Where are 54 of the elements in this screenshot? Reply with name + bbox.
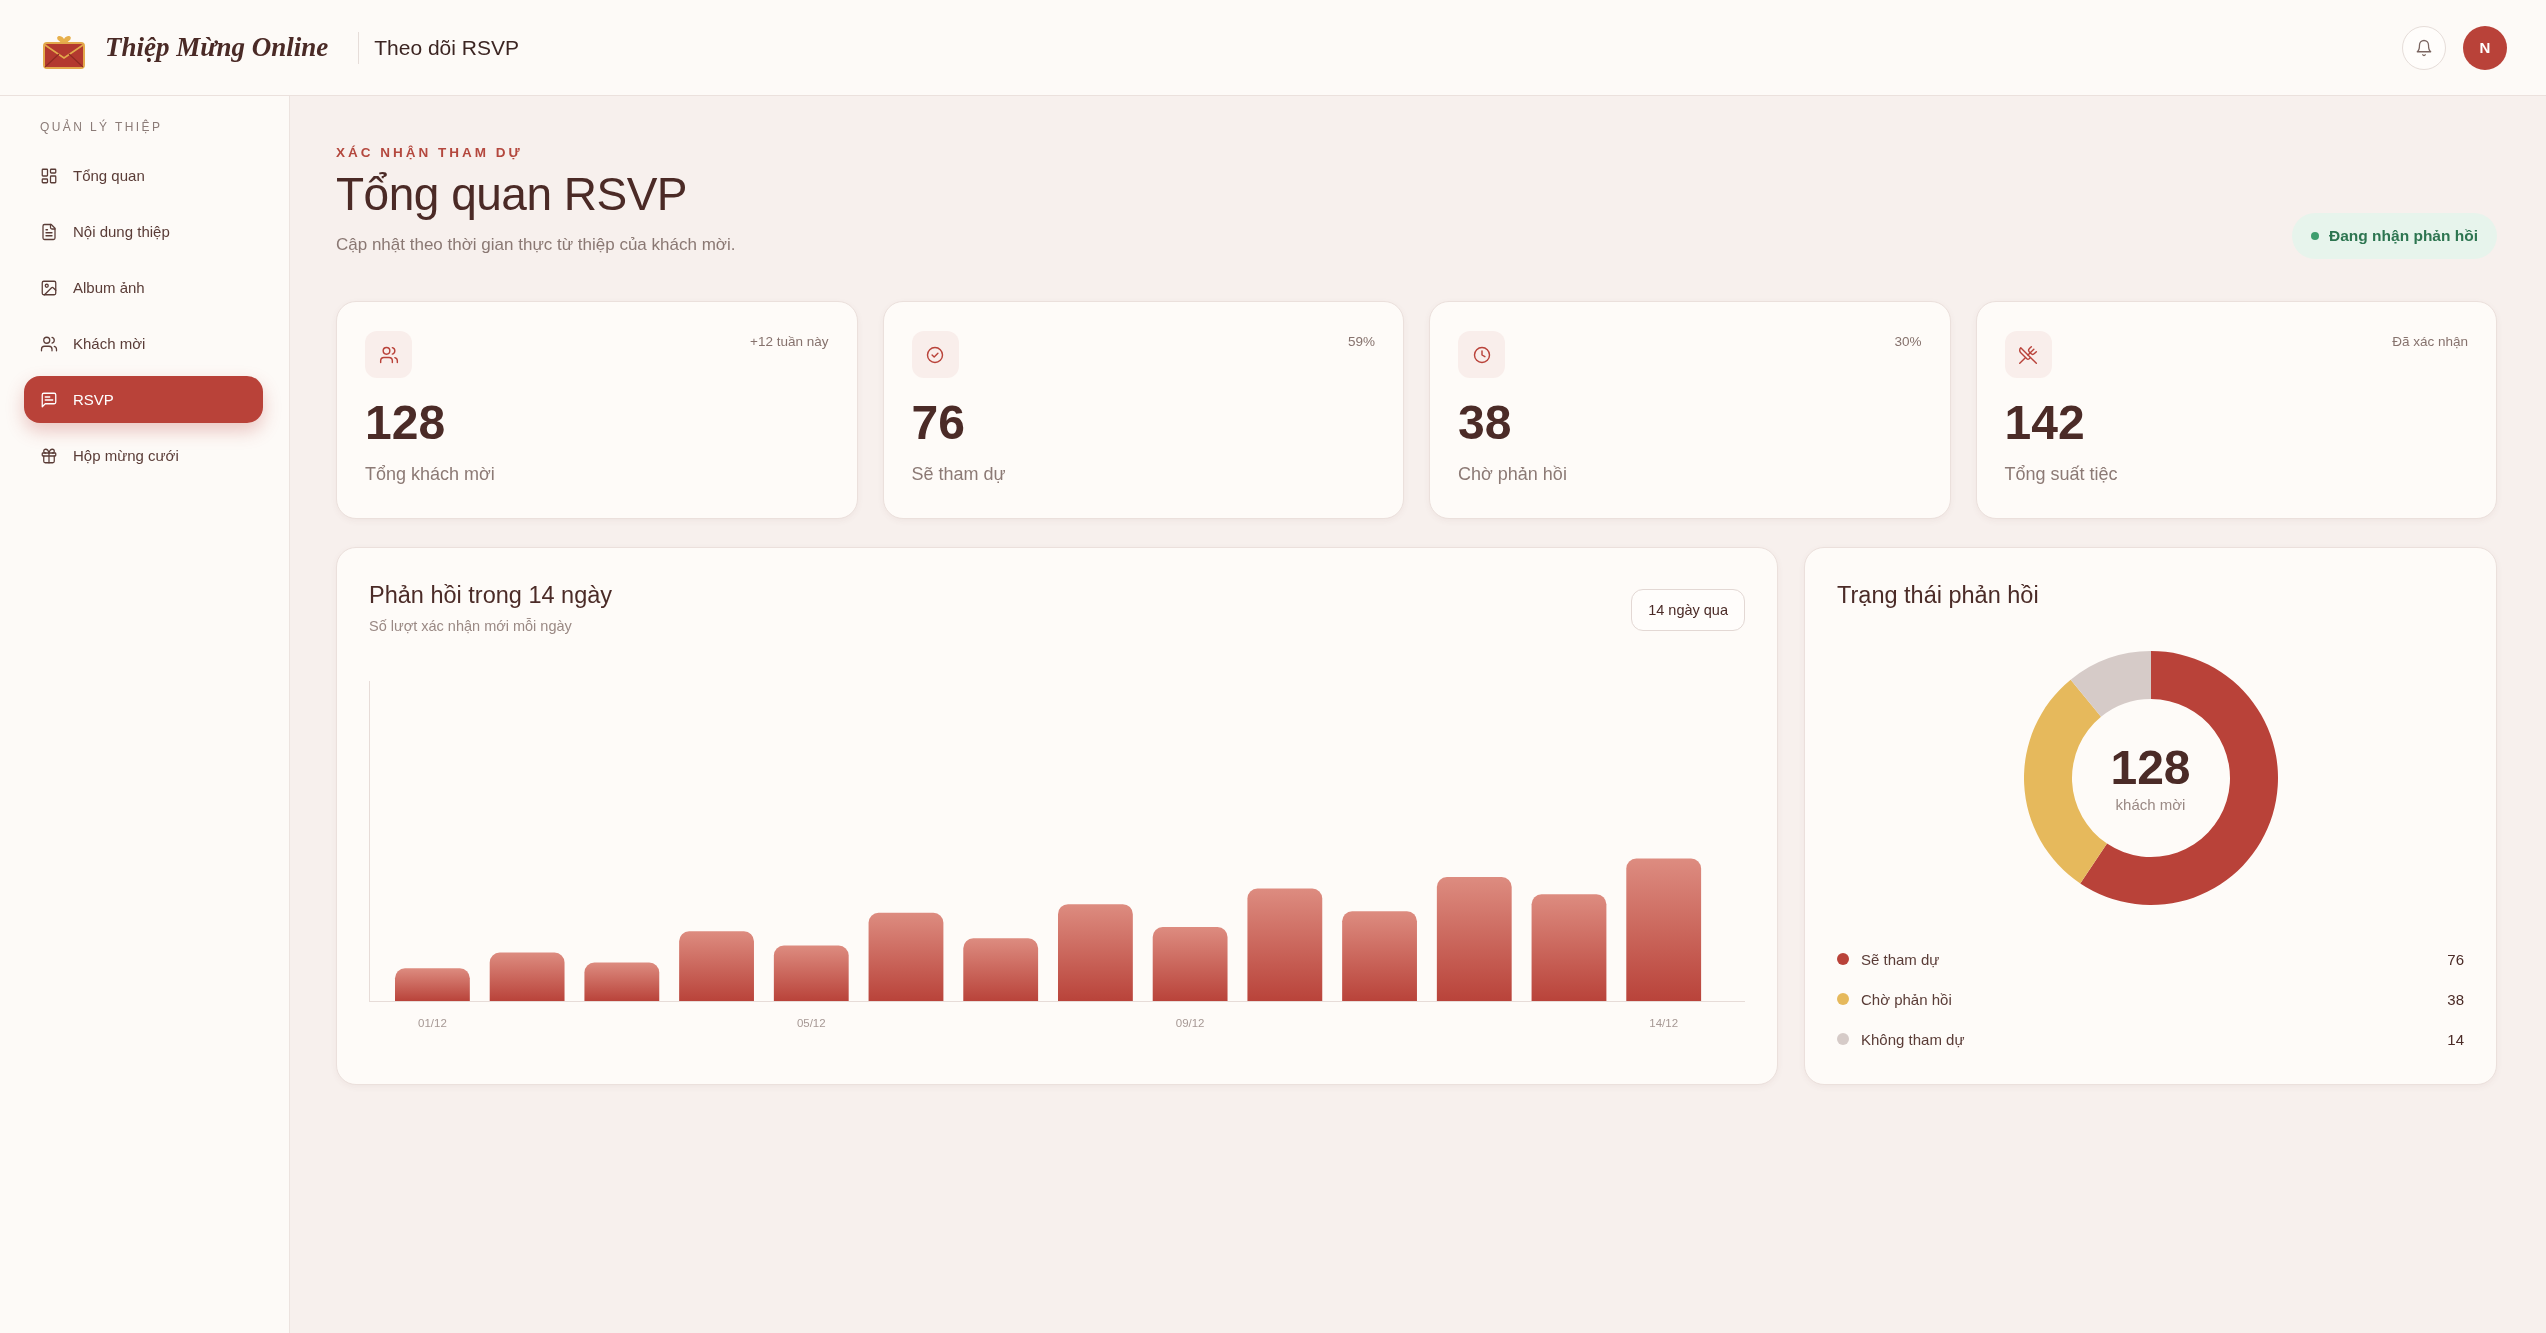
users-icon [365, 331, 412, 378]
status-label: Đang nhận phản hồi [2329, 227, 2478, 245]
page-subtitle: Cập nhật theo thời gian thực từ thiệp của khách mời. [336, 234, 736, 256]
sidebar-item[interactable]: Nội dung thiệp [24, 208, 263, 255]
stat-value: 128 [365, 395, 447, 451]
document-icon [40, 222, 58, 241]
brand-name: Thiệp Mừng Online [105, 32, 329, 63]
stat-note: Đã xác nhận [2392, 334, 2468, 349]
donut-total: 128 [2110, 742, 2191, 794]
legend-value: 76 [2447, 950, 2464, 968]
stat-note: +12 tuần này [750, 334, 829, 349]
card-subtitle: Số lượt xác nhận mới mỗi ngày [369, 617, 573, 635]
sidebar-item[interactable]: RSVP [24, 376, 263, 423]
axis-label: 09/12 [1175, 1017, 1205, 1029]
notification-button[interactable] [2402, 25, 2446, 70]
bell-icon [2415, 38, 2433, 57]
card-title: Phản hồi trong 14 ngày [369, 581, 613, 609]
stat-note: 59% [1347, 334, 1375, 349]
stat-label: Tổng khách mời [365, 463, 496, 485]
gift-icon [40, 446, 58, 465]
dashboard-icon [40, 166, 58, 185]
page-title: Theo dõi RSVP [374, 35, 519, 60]
legend-value: 38 [2447, 990, 2464, 1008]
stat-label: Tổng suất tiệc [2004, 463, 2119, 485]
legend-label: Sẽ tham dự [1861, 950, 1940, 968]
legend-value: 14 [2447, 1030, 2464, 1048]
stat-label: Sẽ tham dự [911, 463, 1007, 485]
donut-caption: khách mời [2115, 796, 2186, 814]
section-label: QUẢN LÝ THIỆP [39, 119, 164, 135]
stat-value: 38 [1458, 395, 1513, 451]
axis-label: 05/12 [796, 1017, 826, 1029]
clock-icon [1458, 331, 1505, 378]
stat-value: 76 [911, 395, 966, 451]
stat-value: 142 [2004, 395, 2086, 451]
card-title: Trạng thái phản hồi [1837, 581, 2040, 609]
eyebrow-label: XÁC NHẬN THAM DỰ [336, 144, 524, 161]
sidebar-item[interactable]: Khách mời [24, 320, 263, 367]
sidebar-item[interactable]: Tổng quan [24, 152, 263, 199]
crossed-utensils-icon [2004, 331, 2052, 378]
page-heading: Tổng quan RSVP [336, 167, 688, 222]
message-icon [40, 390, 58, 409]
axis-label: 01/12 [418, 1017, 447, 1029]
legend-label: Không tham dự [1861, 1030, 1965, 1048]
sidebar-item[interactable]: Album ảnh [24, 264, 263, 311]
stat-note: 30% [1894, 334, 1922, 349]
stat-label: Chờ phản hồi [1458, 463, 1568, 485]
status-dot-icon [2311, 232, 2320, 240]
avatar-button[interactable]: N [2463, 25, 2507, 70]
range-button[interactable]: 14 ngày qua [1631, 589, 1745, 631]
image-icon [40, 278, 58, 297]
users-icon [40, 334, 58, 353]
legend-label: Chờ phản hồi [1861, 990, 1952, 1008]
axis-label: 14/12 [1649, 1017, 1679, 1029]
sidebar-item[interactable]: Hộp mừng cưới [24, 432, 263, 479]
